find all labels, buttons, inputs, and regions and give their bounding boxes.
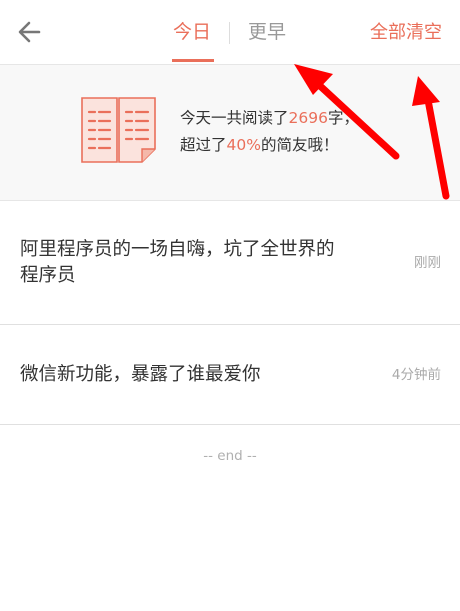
stats-line-1: 今天一共阅读了2696字， [180,105,359,132]
reading-stats-text: 今天一共阅读了2696字， 超过了40%的简友哦！ [180,105,359,159]
stats-line-2: 超过了40%的简友哦！ [180,132,359,159]
tab-divider [229,22,230,44]
active-tab-indicator [172,59,214,62]
stats-prefix: 今天一共阅读了 [180,109,289,127]
stats-unit: 字， [327,109,359,127]
stats-compare-suffix: 的简友哦！ [260,136,339,154]
tab-earlier[interactable]: 更早 [248,20,286,44]
article-timestamp: 刚刚 [414,255,441,271]
history-item[interactable]: 微信新功能，暴露了谁最爱你 4分钟前 [0,325,460,425]
open-book-icon [81,97,156,163]
arrow-left-icon [18,21,41,43]
tab-today[interactable]: 今日 [173,20,211,44]
article-timestamp: 4分钟前 [391,367,441,383]
back-button[interactable] [14,16,46,48]
percentile-value: 40% [226,136,261,154]
top-bar: 今日 更早 全部清空 [0,0,460,65]
reading-stats-banner: 今天一共阅读了2696字， 超过了40%的简友哦！ [0,65,460,201]
list-end-marker: -- end -- [203,448,257,464]
article-title: 阿里程序员的一场自嗨，坑了全世界的程序员 [20,239,335,286]
clear-all-button[interactable]: 全部清空 [370,21,442,45]
history-item[interactable]: 阿里程序员的一场自嗨，坑了全世界的程序员 刚刚 [0,201,460,325]
stats-compare-prefix: 超过了 [180,136,227,154]
article-title: 微信新功能，暴露了谁最爱你 [20,364,261,385]
words-read-count: 2696 [288,109,328,127]
